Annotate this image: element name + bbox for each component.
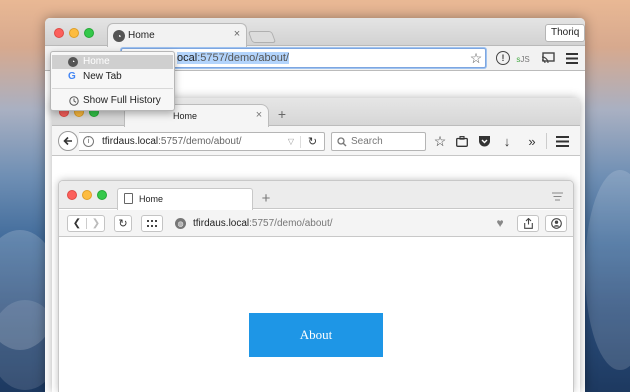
chrome-url-text: ocal:5757/demo/about/	[177, 52, 289, 64]
safari-window: Home + ❮ ❯ ↻ ◍ tfirdaus.local:5757/demo/…	[58, 180, 574, 392]
dropdown-arrow-icon[interactable]: ▽	[286, 136, 296, 146]
firefox-tab-title: Home	[173, 111, 198, 121]
history-item-home[interactable]: ◔ Home	[52, 55, 173, 69]
close-window-button[interactable]	[67, 190, 77, 200]
about-button-label: About	[299, 327, 333, 342]
safari-url-host: tfirdaus.local	[193, 218, 250, 229]
minimize-window-button[interactable]	[69, 28, 79, 38]
url-bar-divider	[300, 136, 301, 148]
menu-separator	[52, 88, 173, 89]
favorite-heart-icon[interactable]: ♥	[493, 216, 507, 230]
back-button[interactable]	[58, 131, 78, 151]
page-icon	[124, 193, 133, 204]
overflow-chevron-icon[interactable]: »	[525, 134, 539, 149]
chrome-tab-title: Home	[128, 30, 155, 41]
about-button[interactable]: About	[249, 313, 383, 357]
bookmark-star-icon[interactable]: ☆	[469, 50, 483, 66]
google-icon: G	[68, 71, 76, 82]
chrome-url-path: :5757/demo/about/	[197, 52, 289, 64]
firefox-url-path: :5757/demo/about/	[158, 136, 242, 147]
reload-icon[interactable]: ↻	[306, 135, 319, 148]
top-sites-grid-icon[interactable]	[141, 215, 163, 232]
firefox-search-box[interactable]: Search	[331, 132, 426, 151]
history-icon	[68, 95, 79, 106]
history-item-new-tab[interactable]: G New Tab	[52, 69, 173, 85]
js-extension-icon[interactable]: s JS	[515, 51, 531, 67]
chrome-menu-icon[interactable]	[565, 51, 579, 65]
page-icon: ◔	[113, 30, 125, 42]
history-item-show-full-history[interactable]: Show Full History	[52, 93, 173, 109]
nav-button-group: ❮ ❯	[67, 215, 105, 232]
forward-button[interactable]: ❯	[87, 216, 105, 231]
firefox-url-host: tfirdaus.local	[102, 136, 159, 147]
reload-button[interactable]: ↻	[114, 215, 132, 232]
history-item-label: Home	[83, 56, 110, 67]
history-item-label: Show Full History	[83, 95, 161, 106]
firefox-url-bar[interactable]: i tfirdaus.local:5757/demo/about/ ▽ ↻	[79, 132, 325, 151]
safari-url-path: :5757/demo/about/	[249, 218, 333, 229]
wallpaper-wave	[585, 170, 630, 370]
info-icon[interactable]: i	[83, 136, 94, 147]
cast-icon[interactable]	[540, 51, 556, 65]
minimize-window-button[interactable]	[82, 190, 92, 200]
profile-button[interactable]: Thoriq	[545, 24, 585, 42]
safari-tab-home[interactable]: Home	[117, 188, 253, 210]
zoom-window-button[interactable]	[84, 28, 94, 38]
search-icon	[336, 136, 348, 148]
reading-list-icon[interactable]	[455, 135, 468, 147]
chrome-tab-home[interactable]: ◔ Home ×	[107, 23, 247, 47]
download-icon[interactable]: ↓	[500, 134, 514, 149]
share-button[interactable]	[517, 215, 539, 232]
toolbar-divider	[546, 133, 547, 149]
safari-tab-title: Home	[139, 194, 164, 204]
firefox-url-text: tfirdaus.local:5757/demo/about/	[102, 136, 242, 147]
pocket-icon[interactable]	[477, 134, 491, 147]
account-button[interactable]	[545, 215, 567, 232]
search-placeholder: Search	[351, 136, 383, 147]
firefox-menu-icon[interactable]	[555, 135, 569, 147]
adblock-icon[interactable]: !	[496, 51, 510, 65]
chrome-new-tab-button[interactable]	[247, 31, 277, 43]
zoom-window-button[interactable]	[97, 190, 107, 200]
history-menu: ◔ Home G New Tab Show Full History	[50, 51, 175, 111]
page-icon: ◔	[68, 57, 78, 67]
desktop: { "chrome":{ "tab_title":"Home", "profil…	[0, 0, 630, 392]
globe-icon: ◍	[175, 218, 186, 229]
new-tab-plus-icon[interactable]: +	[259, 190, 273, 207]
tab-overview-icon[interactable]	[551, 191, 563, 201]
new-tab-plus-icon[interactable]: +	[276, 106, 288, 122]
chrome-url-host: ocal	[177, 52, 198, 64]
close-window-button[interactable]	[54, 28, 64, 38]
close-tab-icon[interactable]: ×	[253, 109, 265, 121]
back-button[interactable]: ❮	[68, 216, 86, 231]
close-tab-icon[interactable]: ×	[231, 28, 243, 40]
chrome-omnibox[interactable]: ocal:5757/demo/about/ ☆	[121, 48, 486, 68]
history-item-label: New Tab	[83, 71, 122, 82]
safari-url-text[interactable]: tfirdaus.local:5757/demo/about/	[193, 218, 333, 229]
bookmark-star-icon[interactable]: ☆	[432, 133, 448, 149]
page-content: About	[59, 238, 573, 392]
